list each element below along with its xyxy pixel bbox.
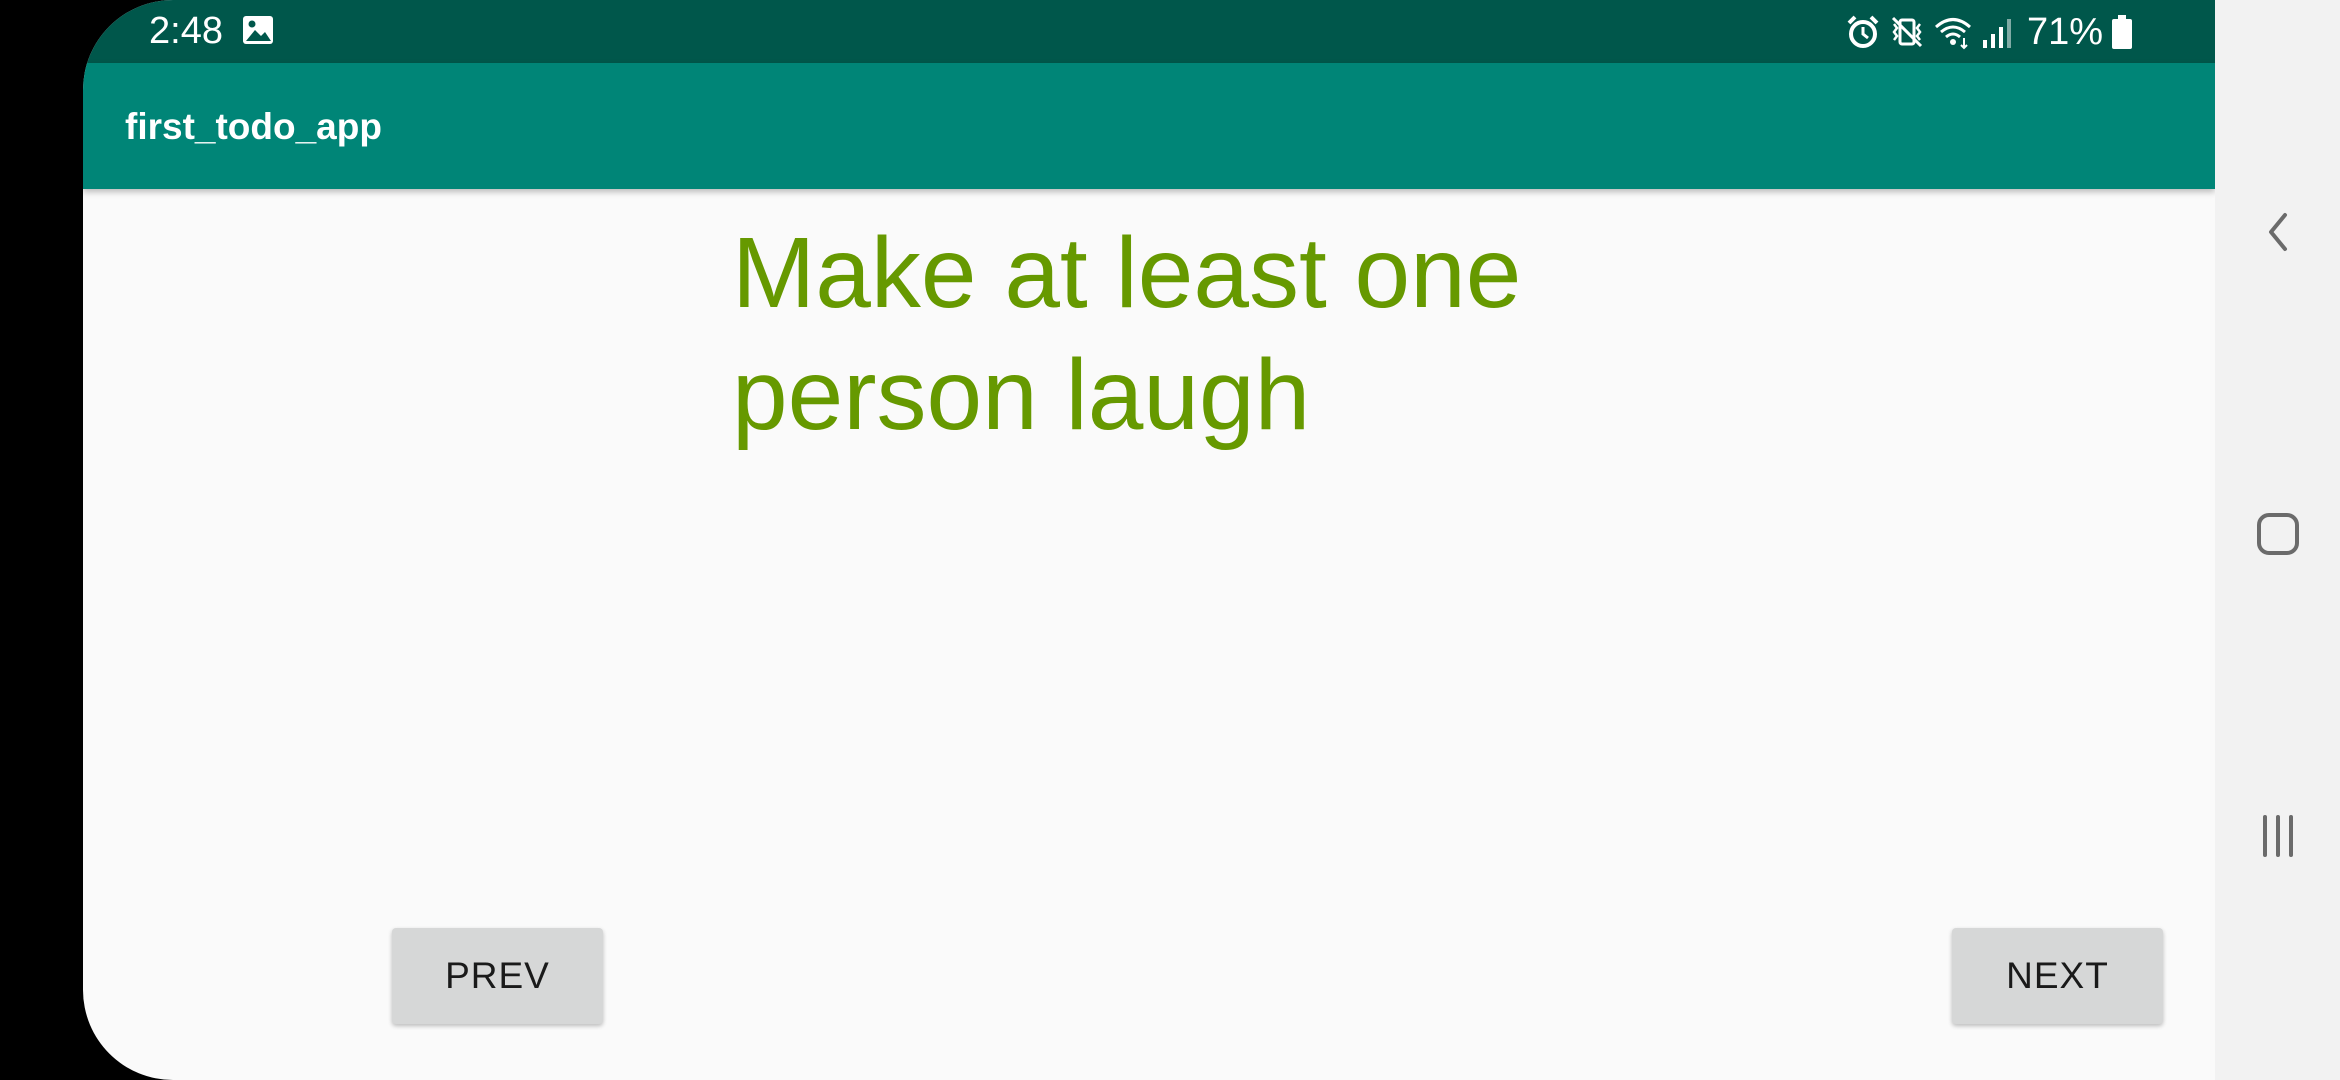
back-icon [2263, 207, 2293, 262]
prev-button[interactable]: PREV [392, 928, 603, 1024]
todo-text: Make at least one person laugh [732, 217, 1522, 451]
battery-icon [2111, 14, 2133, 50]
home-icon [2253, 509, 2303, 564]
recents-button[interactable] [2215, 758, 2340, 918]
home-button[interactable] [2215, 456, 2340, 616]
alarm-icon [1845, 14, 1881, 50]
status-time: 2:48 [149, 10, 223, 52]
navigation-bar [2215, 0, 2340, 1080]
back-button[interactable] [2215, 154, 2340, 314]
app-toolbar: first_todo_app [83, 63, 2215, 189]
wifi-icon [1933, 14, 1973, 50]
image-icon [242, 14, 274, 46]
vibrate-mute-icon [1889, 14, 1925, 50]
battery-percent: 71% [2026, 11, 2103, 53]
status-icons: 71% [1845, 10, 2133, 54]
app-screen: 2:48 71% first_todo_app Make at least on… [83, 0, 2215, 1080]
recents-icon [2253, 811, 2303, 866]
next-button[interactable]: NEXT [1952, 928, 2163, 1024]
status-bar: 2:48 71% [83, 0, 2215, 63]
app-title: first_todo_app [125, 106, 382, 147]
signal-icon [1981, 14, 2015, 50]
